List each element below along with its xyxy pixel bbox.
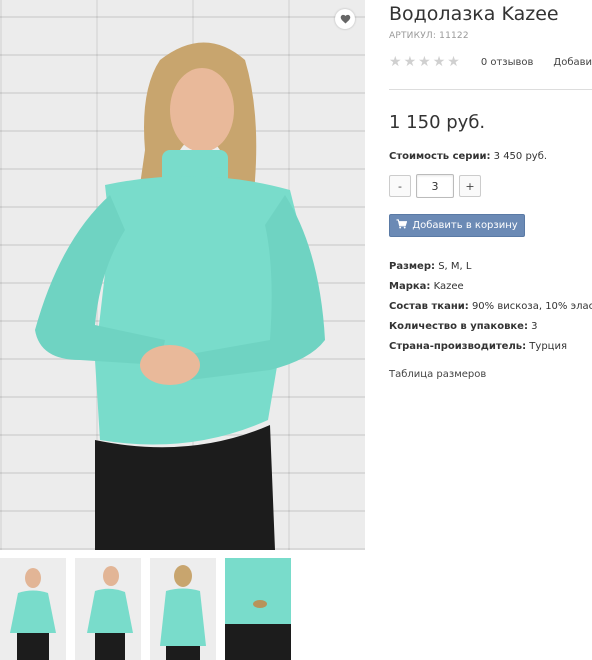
product-price: 1 150 руб. [389,112,486,133]
quantity-input[interactable]: 3 [416,174,454,198]
heart-icon [340,14,350,24]
property-fabric: Состав ткани: 90% вискоза, 10% эластан [389,301,592,312]
thumbnail-2[interactable] [75,558,141,660]
reviews-link[interactable]: 0 отзывов [481,57,534,68]
series-cost-label: Стоимость серии: [389,151,491,162]
product-sku: АРТИКУЛ: 11122 [389,31,469,41]
increase-quantity-button[interactable]: + [459,175,481,197]
star-icon[interactable]: ★ [389,55,402,69]
decrease-quantity-button[interactable]: - [389,175,411,197]
product-title: Водолазка Kazee [389,3,559,25]
add-review-link[interactable]: Добави [553,57,592,68]
series-cost-value: 3 450 руб. [493,151,548,162]
star-icon[interactable]: ★ [418,55,431,69]
divider [389,89,592,90]
thumbnail-strip [0,558,291,660]
properties-list: Размер: S, M, L Марка: Kazee Состав ткан… [389,261,592,352]
thumbnail-4[interactable] [225,558,291,660]
quantity-stepper: - 3 + [389,174,592,198]
property-pack-quantity: Количество в упаковке: 3 [389,321,538,332]
add-to-cart-button[interactable]: Добавить в корзину [389,214,525,237]
add-to-cart-label: Добавить в корзину [412,220,518,231]
series-cost: Стоимость серии: 3 450 руб. [389,151,592,162]
property-size: Размер: S, M, L [389,261,472,272]
cart-icon [396,219,408,232]
rating-stars[interactable]: ★ ★ ★ ★ ★ [389,55,460,69]
model-illustration [35,42,325,550]
main-product-photo[interactable] [0,0,365,550]
size-table-link[interactable]: Таблица размеров [389,369,592,380]
rating-row: ★ ★ ★ ★ ★ 0 отзывов Добави [389,53,592,71]
property-country: Страна-производитель: Турция [389,341,567,352]
thumbnail-3[interactable] [150,558,216,660]
favorite-button[interactable] [335,9,355,29]
product-info: Водолазка Kazee АРТИКУЛ: 11122 ★ ★ ★ ★ ★… [389,0,592,380]
property-brand: Марка: Kazee [389,281,464,292]
star-icon[interactable]: ★ [433,55,446,69]
star-icon[interactable]: ★ [404,55,417,69]
thumbnail-1[interactable] [0,558,66,660]
star-icon[interactable]: ★ [447,55,460,69]
